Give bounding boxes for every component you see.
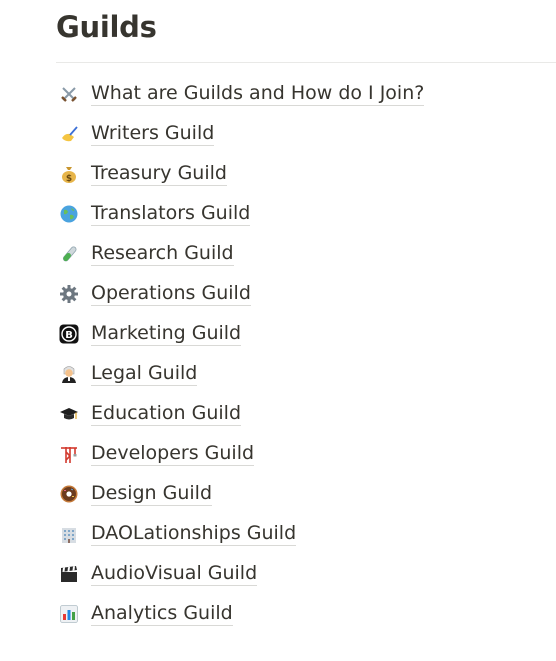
guild-link-writers[interactable]: Writers Guild [91,122,215,146]
donut-icon [58,483,80,505]
crossed-swords-icon [58,83,80,105]
guild-link-translators[interactable]: Translators Guild [91,202,251,226]
list-item: Education Guild [58,394,548,434]
list-item: Legal Guild [58,354,548,394]
guild-list: What are Guilds and How do I Join? Write… [58,74,548,634]
bitcoin-logo-icon: B [58,323,80,345]
list-item: Developers Guild [58,434,548,474]
guild-link-daolationships[interactable]: DAOLationships Guild [91,522,297,546]
office-building-icon [58,523,80,545]
title-divider [56,62,556,63]
guild-link-marketing[interactable]: Marketing Guild [91,322,242,346]
writing-hand-icon [58,123,80,145]
money-bag-icon: $ [58,163,80,185]
globe-icon [58,203,80,225]
graduation-cap-icon [58,403,80,425]
guild-link-analytics[interactable]: Analytics Guild [91,602,233,626]
guild-link-what-are-guilds[interactable]: What are Guilds and How do I Join? [91,82,425,106]
svg-text:$: $ [66,174,72,184]
gear-icon [58,283,80,305]
list-item: B Marketing Guild [58,314,548,354]
guild-link-legal[interactable]: Legal Guild [91,362,198,386]
list-item: Operations Guild [58,274,548,314]
page-title: Guilds [56,10,157,44]
guild-link-audiovisual[interactable]: AudioVisual Guild [91,562,258,586]
guild-link-design[interactable]: Design Guild [91,482,213,506]
list-item: Writers Guild [58,114,548,154]
svg-text:B: B [65,330,73,341]
list-item: Analytics Guild [58,594,548,634]
list-item: DAOLationships Guild [58,514,548,554]
list-item: AudioVisual Guild [58,554,548,594]
guild-link-research[interactable]: Research Guild [91,242,234,266]
list-item: What are Guilds and How do I Join? [58,74,548,114]
list-item: Translators Guild [58,194,548,234]
clapper-board-icon [58,563,80,585]
judge-icon [58,363,80,385]
list-item: Research Guild [58,234,548,274]
test-tube-icon [58,243,80,265]
guild-link-treasury[interactable]: Treasury Guild [91,162,227,186]
construction-crane-icon [58,443,80,465]
guild-link-operations[interactable]: Operations Guild [91,282,251,306]
guild-link-education[interactable]: Education Guild [91,402,242,426]
list-item: $ Treasury Guild [58,154,548,194]
bar-chart-icon [58,603,80,625]
list-item: Design Guild [58,474,548,514]
guild-link-developers[interactable]: Developers Guild [91,442,255,466]
